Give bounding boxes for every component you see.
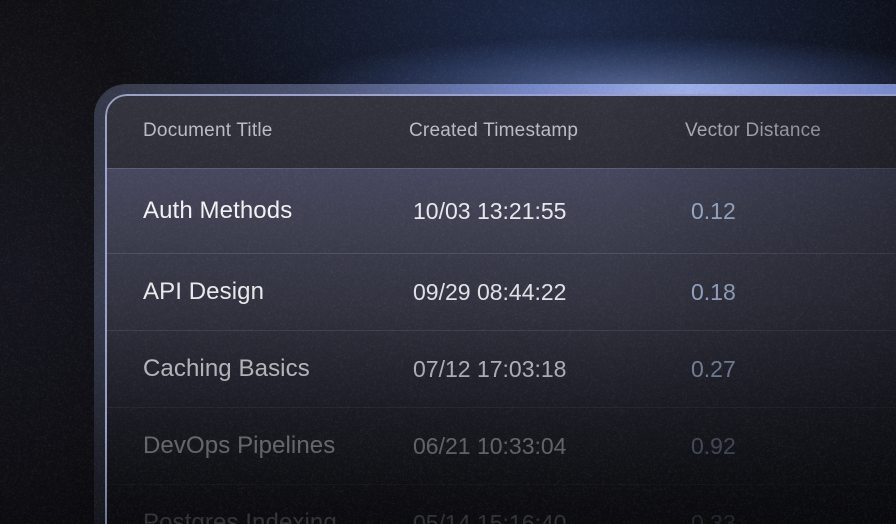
table-cell-title: API Design — [143, 278, 409, 306]
table-cell-distance: 0.12 — [685, 198, 896, 225]
table-cell-title: DevOps Pipelines — [143, 432, 409, 460]
table-cell-distance: 0.18 — [685, 279, 896, 306]
table-cell-timestamp: 07/12 17:03:18 — [409, 356, 685, 383]
table-cell-distance: 0.33 — [685, 510, 896, 524]
table-cell-timestamp: 10/03 13:21:55 — [409, 198, 685, 225]
column-header-title: Document Title — [143, 120, 409, 142]
table-row[interactable]: Auth Methods10/03 13:21:550.12 — [105, 169, 896, 253]
table-cell-title: Auth Methods — [143, 197, 409, 225]
table-cell-timestamp: 09/29 08:44:22 — [409, 279, 685, 306]
table-cell-distance: 0.92 — [685, 433, 896, 460]
table-cell-title: Caching Basics — [143, 355, 409, 383]
column-header-timestamp: Created Timestamp — [409, 120, 685, 142]
top-edge-glow — [180, 18, 896, 86]
results-table-card: Document Title Created Timestamp Vector … — [105, 94, 896, 524]
table-cell-title: Postgres Indexing — [143, 509, 409, 524]
scene: Document Title Created Timestamp Vector … — [0, 0, 896, 524]
table-header-row: Document Title Created Timestamp Vector … — [105, 94, 896, 169]
table-cell-distance: 0.27 — [685, 356, 896, 383]
table-row[interactable]: Caching Basics07/12 17:03:180.27 — [105, 330, 896, 407]
table-body: Auth Methods10/03 13:21:550.12API Design… — [105, 169, 896, 524]
table-cell-timestamp: 05/14 15:16:40 — [409, 510, 685, 524]
table-row[interactable]: API Design09/29 08:44:220.18 — [105, 253, 896, 330]
table-row[interactable]: DevOps Pipelines06/21 10:33:040.92 — [105, 407, 896, 484]
column-header-distance: Vector Distance — [685, 120, 896, 142]
table-row[interactable]: Postgres Indexing05/14 15:16:400.33 — [105, 484, 896, 524]
table-cell-timestamp: 06/21 10:33:04 — [409, 433, 685, 460]
